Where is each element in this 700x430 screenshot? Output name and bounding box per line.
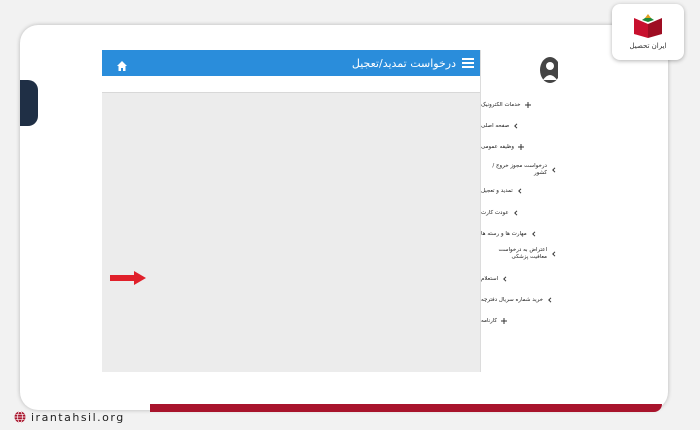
sidebar-item[interactable]: خرید شماره سریال دفترچه [481,292,558,308]
slide-frame: درخواست تمدید/تعجیل خدمات الکترونیک صفحه … [20,25,668,410]
sidebar-item-label: تمدید و تعجیل [481,187,513,194]
page-title: درخواست تمدید/تعجیل [351,56,456,70]
sidebar-item-label: اعتراض به درخواست معافیت پزشکی [498,247,547,260]
sidebar-item-label: عودت کارت [481,209,509,216]
main-content-area [102,93,480,372]
content-toolbar [102,76,480,93]
sidebar-item-label: مهارت ها و رسته ها [481,230,527,237]
site-url-text: irantahsil.org [31,410,125,424]
plus-icon [501,318,508,324]
sidebar-item[interactable]: استعلام [481,271,558,287]
left-decorative-tab [20,80,38,126]
app-header: درخواست تمدید/تعجیل [102,50,480,76]
chevron-left-icon [517,188,523,194]
sidebar-item-label: استعلام [481,275,499,282]
sidebar-item[interactable]: خدمات الکترونیک [481,97,558,113]
user-avatar-icon[interactable] [539,56,558,84]
chevron-left-icon [513,210,519,216]
chevron-left-icon [547,297,553,303]
red-pointer-arrow-icon [110,271,146,285]
globe-icon [14,411,26,423]
bottom-accent-bar [150,404,662,412]
sidebar-item-label: خدمات الکترونیک [481,101,521,108]
logo-text: ایران تحصیل [629,42,667,50]
sidebar-item-label: کارنامه [481,317,498,324]
sidebar: خدمات الکترونیک صفحه اصلی وظیفه عمومی درخوا… [480,50,558,372]
sidebar-item-label: وظیفه عمومی [481,143,515,150]
sidebar-item-label: صفحه اصلی [481,122,510,129]
chevron-left-icon [502,276,508,282]
book-logo-icon [634,14,662,38]
sidebar-item[interactable]: تمدید و تعجیل [481,183,558,199]
home-icon[interactable] [116,57,128,71]
sidebar-item[interactable]: درخواست مجوز خروج / کشور [481,162,558,178]
sidebar-item[interactable]: وظیفه عمومی [481,139,558,155]
sidebar-item-label: درخواست مجوز خروج / کشور [492,163,547,176]
sidebar-item-label: خرید شماره سریال دفترچه [481,296,544,303]
hamburger-icon[interactable] [462,58,474,68]
chevron-left-icon [531,231,537,237]
sidebar-item[interactable]: صفحه اصلی [481,118,558,134]
sidebar-item[interactable]: مهارت ها و رسته ها [481,226,558,242]
chevron-left-icon [513,123,519,129]
chevron-left-icon [551,167,557,173]
sidebar-item[interactable]: کارنامه [481,313,558,329]
sidebar-item[interactable]: عودت کارت [481,205,558,221]
chevron-left-icon [551,251,557,257]
embedded-screenshot: درخواست تمدید/تعجیل خدمات الکترونیک صفحه … [102,50,558,372]
sidebar-item[interactable]: اعتراض به درخواست معافیت پزشکی [481,246,558,262]
site-logo: ایران تحصیل [612,4,684,60]
plus-icon [518,144,525,150]
site-url[interactable]: irantahsil.org [14,409,125,425]
plus-icon [524,102,531,108]
